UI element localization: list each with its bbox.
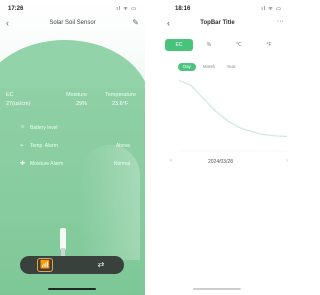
metric-label-temperature: Temperature	[105, 92, 136, 98]
moisture-alarm-row[interactable]: ✚ Moisture Alarm Normal	[20, 160, 138, 170]
battery-label: Battery level	[30, 125, 58, 131]
temperature-alarm-icon: ⌁	[20, 143, 24, 149]
more-icon[interactable]: ···	[277, 18, 284, 25]
range-tab-month[interactable]: Month	[200, 63, 218, 71]
unit-tab-percent[interactable]: %	[195, 39, 223, 51]
range-selector: Day Month Year	[178, 63, 258, 71]
data-point	[238, 126, 240, 128]
battery-row[interactable]: ☼ Battery level	[20, 124, 138, 134]
unit-tab-ec[interactable]: EC	[165, 39, 193, 51]
metric-value-ec: 27(us/cm)	[6, 101, 31, 107]
metric-value-temperature: 23.6°F	[112, 101, 129, 107]
temp-alarm-label: Temp. Alarm	[30, 143, 58, 149]
date-label: 2024/03/28	[208, 159, 234, 165]
temp-alarm-row[interactable]: ⌁ Temp. Alarm Above	[20, 142, 138, 152]
data-point	[250, 131, 252, 133]
range-tab-day[interactable]: Day	[178, 63, 196, 71]
data-point	[226, 119, 228, 121]
data-point	[202, 97, 204, 99]
data-point	[190, 84, 192, 86]
status-time: 17:26	[8, 6, 24, 12]
moisture-alarm-icon: ✚	[20, 161, 26, 167]
metric-value-moisture: 29%	[76, 101, 88, 107]
status-time: 18:16	[175, 6, 191, 12]
battery-icon: ☼	[20, 124, 26, 130]
chart-tab-icon[interactable]: 📶	[37, 258, 53, 272]
home-indicator	[193, 288, 241, 290]
history-screen: 18:16 ıl ᯤ ▭ ‹ TopBar Title ··· EC % °C …	[145, 0, 290, 295]
date-navigator: ‹ 2024/03/28 ›	[170, 158, 288, 168]
range-tab-year[interactable]: Year	[222, 63, 240, 71]
moisture-alarm-label: Moisture Alarm	[30, 161, 64, 167]
data-point	[274, 135, 276, 137]
bottom-tab-bar: 📶 ⇄	[20, 256, 124, 274]
page-title: TopBar Title	[200, 20, 235, 26]
status-icons: ıl ᯤ ▭	[261, 6, 282, 12]
metric-label-ec: EC	[6, 92, 14, 98]
data-point	[214, 110, 216, 112]
moisture-alarm-value: Normal	[113, 161, 130, 167]
sensor-probe-tip	[61, 248, 65, 256]
status-icons: ıl ᯤ ▭	[116, 6, 137, 12]
temp-alarm-value: Above	[115, 143, 130, 149]
unit-segmented-control: EC % °C °F	[165, 39, 287, 51]
metric-label-moisture: Moisture	[66, 92, 88, 98]
data-point	[262, 133, 264, 135]
previous-day-icon[interactable]: ‹	[170, 158, 172, 164]
sensor-screen: 17:26 ıl ᯤ ▭ ‹ Solar Soil Sensor ✎ EC Mo…	[0, 0, 145, 295]
page-title: Solar Soil Sensor	[49, 20, 96, 26]
settings-tab-icon[interactable]: ⇄	[94, 259, 108, 271]
sensor-probe	[60, 228, 66, 250]
edit-icon[interactable]: ✎	[132, 18, 139, 27]
home-indicator	[48, 288, 96, 290]
next-day-icon[interactable]: ›	[286, 158, 288, 164]
unit-tab-celsius[interactable]: °C	[225, 39, 253, 51]
history-line-chart	[179, 79, 287, 152]
unit-tab-fahrenheit[interactable]: °F	[255, 39, 283, 51]
series-line	[179, 79, 287, 138]
